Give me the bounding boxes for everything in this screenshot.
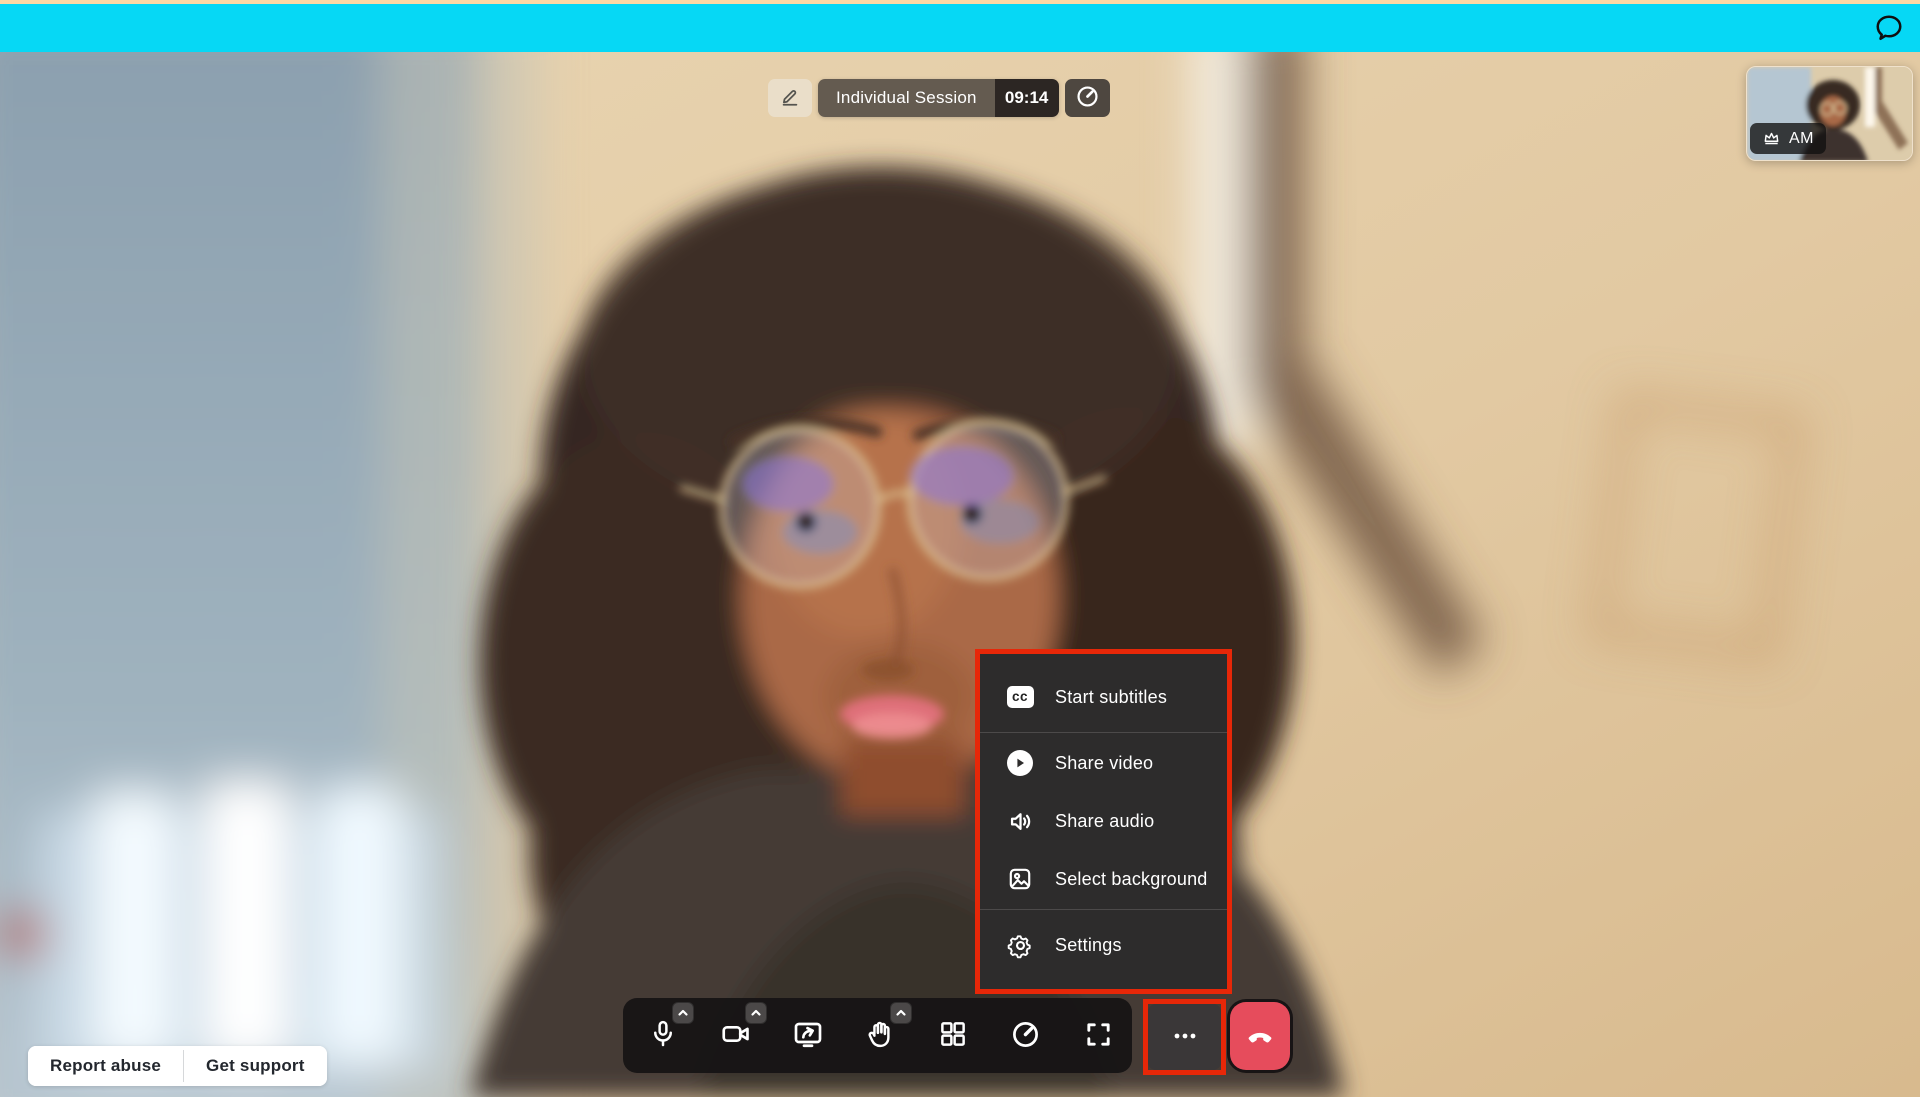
camera-button[interactable] [714,1014,758,1058]
session-title-pill: Individual Session 09:14 [818,79,1059,117]
cc-subtitles-icon: cc [1005,686,1035,708]
more-options-menu: cc Start subtitles Share video [980,654,1227,989]
camera-icon [720,1018,752,1053]
microphone-button[interactable] [641,1014,685,1058]
speedometer-icon [1075,84,1100,112]
pencil-icon [779,86,801,111]
menu-item-select-background[interactable]: Select background [980,849,1227,909]
self-view-name-badge: AM [1750,123,1826,154]
raise-hand-options-expander[interactable] [890,1002,912,1024]
get-support-button[interactable]: Get support [184,1046,327,1086]
grid-view-button[interactable] [931,1014,975,1058]
menu-item-share-audio[interactable]: Share audio [980,793,1227,849]
session-header: Individual Session 09:14 [768,79,1110,117]
crown-icon [1762,130,1781,147]
menu-item-settings[interactable]: Settings [980,910,1227,980]
ellipsis-icon [1170,1021,1200,1054]
session-timer: 09:14 [995,79,1059,117]
connection-stats-button[interactable] [1065,79,1110,117]
fullscreen-button[interactable] [1076,1014,1120,1058]
self-view[interactable]: AM [1746,66,1913,161]
chat-button[interactable] [1872,12,1906,46]
video-call-app: Individual Session 09:14 [0,0,1920,1097]
gear-icon [1005,932,1035,959]
remote-video-feed [0,52,1920,1097]
microphone-options-expander[interactable] [672,1002,694,1024]
more-options-button[interactable] [1148,1004,1221,1070]
screen-share-icon [792,1018,824,1053]
call-control-bar [623,998,1132,1073]
menu-item-start-subtitles[interactable]: cc Start subtitles [980,662,1227,732]
phone-down-icon [1245,1020,1275,1053]
more-button-highlight [1143,999,1226,1075]
top-banner [0,0,1920,52]
play-circle-icon [1005,750,1035,776]
connection-speed-button[interactable] [1004,1014,1048,1058]
raise-hand-icon [865,1019,896,1053]
grid-view-icon [938,1019,968,1052]
more-menu-highlight: cc Start subtitles Share video [975,649,1232,994]
fullscreen-icon [1084,1020,1113,1052]
chat-bubble-icon [1874,13,1904,46]
screen-share-button[interactable] [786,1014,830,1058]
session-title: Individual Session [818,79,995,117]
camera-options-expander[interactable] [745,1002,767,1024]
report-abuse-button[interactable]: Report abuse [28,1046,183,1086]
self-view-initials: AM [1789,130,1814,148]
hang-up-button[interactable] [1230,1002,1290,1070]
microphone-icon [648,1019,678,1052]
speedometer-icon [1010,1019,1041,1053]
edit-session-button[interactable] [768,79,812,117]
speaker-icon [1005,808,1035,835]
raise-hand-button[interactable] [859,1014,903,1058]
menu-item-share-video[interactable]: Share video [980,733,1227,793]
image-icon [1005,866,1035,892]
support-links: Report abuse Get support [28,1046,327,1086]
